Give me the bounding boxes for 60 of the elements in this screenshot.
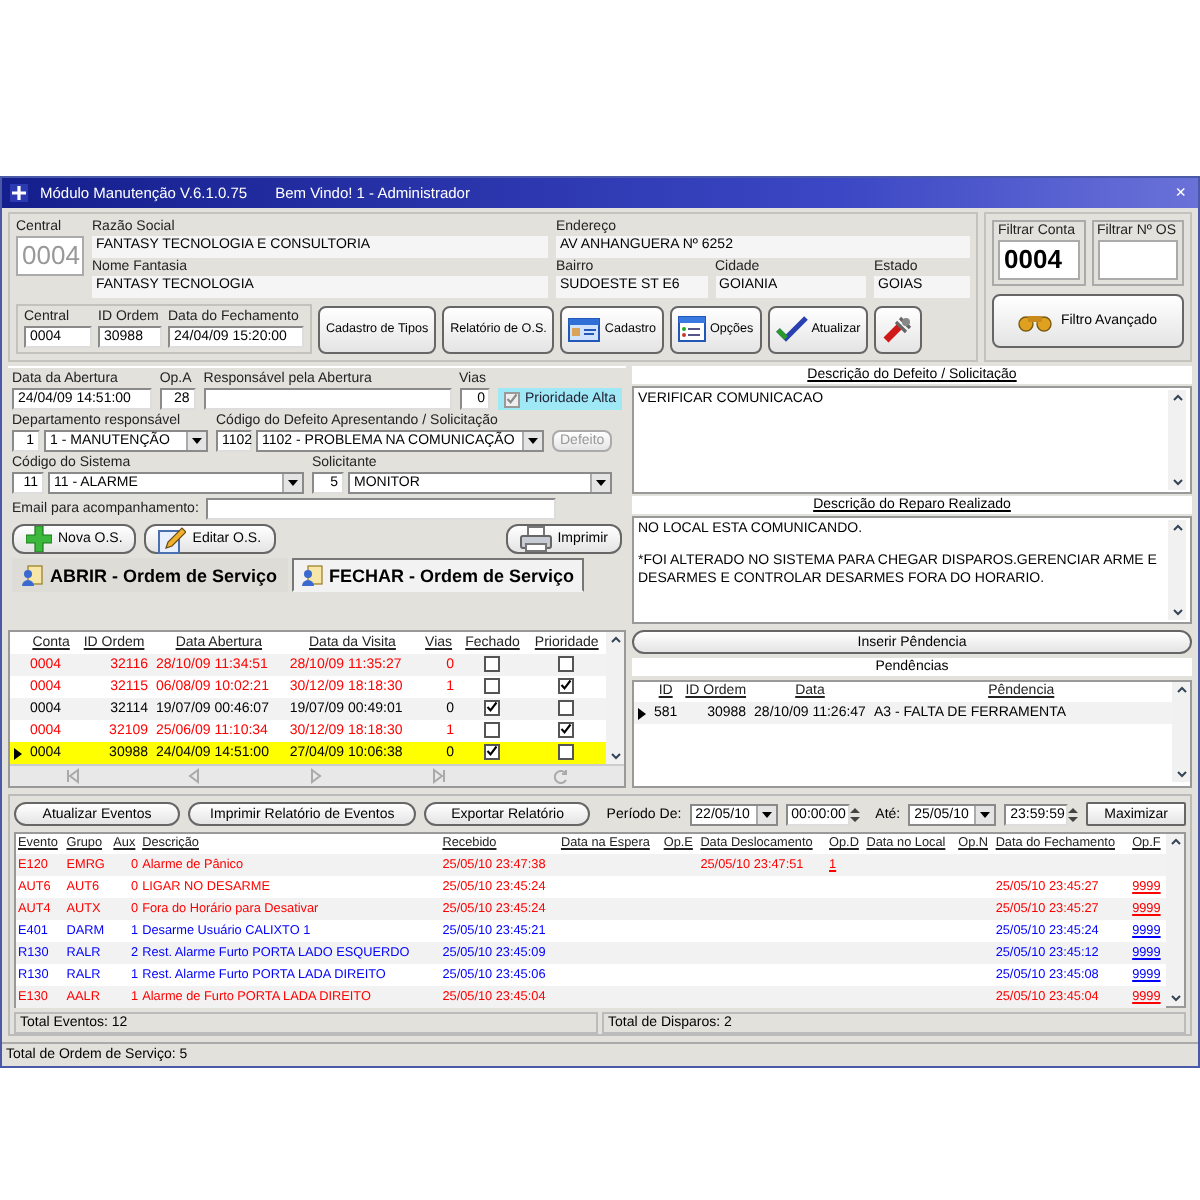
scroll-down-icon[interactable] [1173, 766, 1190, 782]
scroll-down-icon[interactable] [607, 748, 624, 764]
tab[interactable]: FECHAR - Ordem de Serviço [291, 558, 585, 592]
dropdown-button[interactable] [974, 805, 995, 823]
email-field[interactable] [206, 498, 557, 520]
scroll-up-icon[interactable] [1173, 682, 1190, 698]
dropdown-arrow-icon [288, 480, 298, 486]
row-pointer-icon [14, 747, 22, 759]
text-field[interactable] [203, 388, 452, 410]
checkbox[interactable] [558, 699, 575, 716]
checkmark-icon [775, 316, 808, 342]
scrollbar[interactable] [606, 632, 624, 764]
pencil-icon [158, 525, 187, 553]
scroll-up-icon[interactable] [607, 632, 624, 648]
checkbox[interactable] [484, 699, 501, 716]
dropdown-button[interactable] [282, 474, 302, 492]
plus-icon [26, 526, 52, 552]
tools-button[interactable] [874, 305, 923, 353]
scroll-up-icon[interactable] [1169, 520, 1185, 536]
scroll-up-icon[interactable] [1167, 834, 1184, 850]
scrollbar[interactable] [1168, 390, 1186, 490]
tools-icon [882, 314, 915, 344]
scrollbar[interactable] [1166, 834, 1184, 1006]
card-icon [568, 317, 601, 341]
dropdown-arrow-icon [596, 480, 606, 486]
dropdown-arrow-icon [761, 811, 772, 817]
checkbox[interactable] [484, 677, 501, 694]
person-document-icon [301, 564, 324, 586]
checkbox[interactable] [558, 743, 575, 760]
dropdown-button[interactable] [590, 474, 610, 492]
tab[interactable]: ABRIR - Ordem de Serviço [12, 558, 288, 592]
scroll-down-icon[interactable] [1167, 990, 1184, 1006]
dropdown-button[interactable] [522, 432, 542, 450]
binoculars-icon [1018, 311, 1055, 331]
checkbox[interactable] [484, 743, 501, 760]
dropdown-button[interactable] [755, 805, 776, 823]
scroll-down-icon[interactable] [1169, 474, 1185, 490]
person-document-icon [22, 564, 44, 586]
window-list-icon [677, 316, 706, 342]
dropdown-arrow-icon [192, 438, 202, 444]
spinner-arrows-icon[interactable] [1068, 805, 1079, 823]
dropdown-arrow-icon [528, 438, 538, 444]
os-filter-field[interactable] [1097, 240, 1178, 280]
scrollbar[interactable] [1172, 682, 1190, 782]
checkbox[interactable] [558, 721, 575, 738]
checkbox[interactable] [558, 677, 575, 694]
row-pointer-icon [638, 707, 646, 719]
dropdown-arrow-icon [980, 811, 991, 817]
checkbox[interactable] [484, 721, 501, 738]
checkbox[interactable] [558, 655, 575, 672]
scroll-up-icon[interactable] [1169, 390, 1185, 406]
checkbox[interactable] [484, 655, 501, 672]
spinner-arrows-icon[interactable] [849, 805, 860, 823]
close-button[interactable]: × [1171, 184, 1190, 202]
printer-icon [519, 526, 552, 552]
dropdown-button[interactable] [186, 432, 206, 450]
account-filter-field[interactable]: 0004 [998, 240, 1079, 280]
scroll-down-icon[interactable] [1169, 604, 1185, 620]
app-icon [10, 184, 28, 202]
scrollbar[interactable] [1168, 520, 1186, 620]
